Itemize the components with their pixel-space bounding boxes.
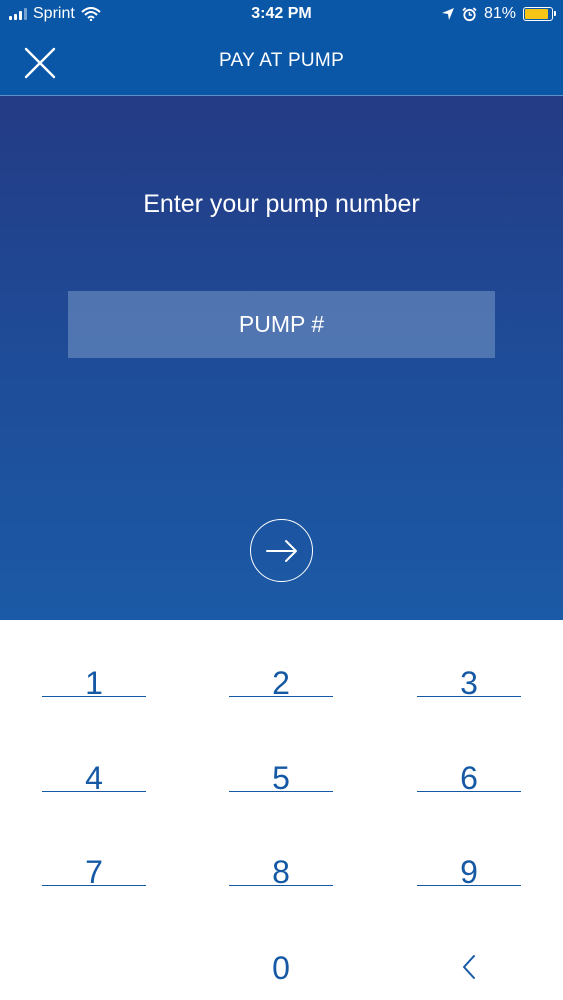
top-bar: Sprint 3:42 PM 81% PAY AT PUMP bbox=[0, 0, 563, 96]
pump-entry-panel: Enter your pump number PUMP # bbox=[0, 96, 563, 620]
status-bar: Sprint 3:42 PM 81% bbox=[0, 0, 563, 30]
key-7[interactable]: 7 bbox=[42, 826, 146, 890]
key-5[interactable]: 5 bbox=[229, 732, 333, 796]
battery-percent: 81% bbox=[483, 5, 516, 22]
submit-button[interactable] bbox=[250, 519, 313, 582]
key-3[interactable]: 3 bbox=[417, 637, 521, 701]
key-0[interactable]: 0 bbox=[229, 922, 333, 986]
alarm-clock-icon bbox=[462, 6, 477, 21]
key-9[interactable]: 9 bbox=[417, 826, 521, 890]
key-1[interactable]: 1 bbox=[42, 637, 146, 701]
arrow-right-icon bbox=[265, 539, 297, 562]
key-4[interactable]: 4 bbox=[42, 732, 146, 796]
key-2[interactable]: 2 bbox=[229, 637, 333, 701]
pump-prompt: Enter your pump number bbox=[143, 190, 420, 218]
key-8[interactable]: 8 bbox=[229, 826, 333, 890]
backspace-button[interactable] bbox=[417, 922, 521, 982]
backspace-chevron-icon bbox=[463, 955, 475, 979]
battery-icon bbox=[523, 7, 556, 21]
page-title: PAY AT PUMP bbox=[218, 50, 345, 71]
location-arrow-icon bbox=[441, 8, 454, 20]
key-6[interactable]: 6 bbox=[417, 732, 521, 796]
pump-number-input[interactable]: PUMP # bbox=[68, 291, 495, 358]
number-keypad: 1 2 3 4 5 6 7 8 9 0 bbox=[0, 620, 563, 1000]
status-right: 81% bbox=[441, 5, 556, 23]
